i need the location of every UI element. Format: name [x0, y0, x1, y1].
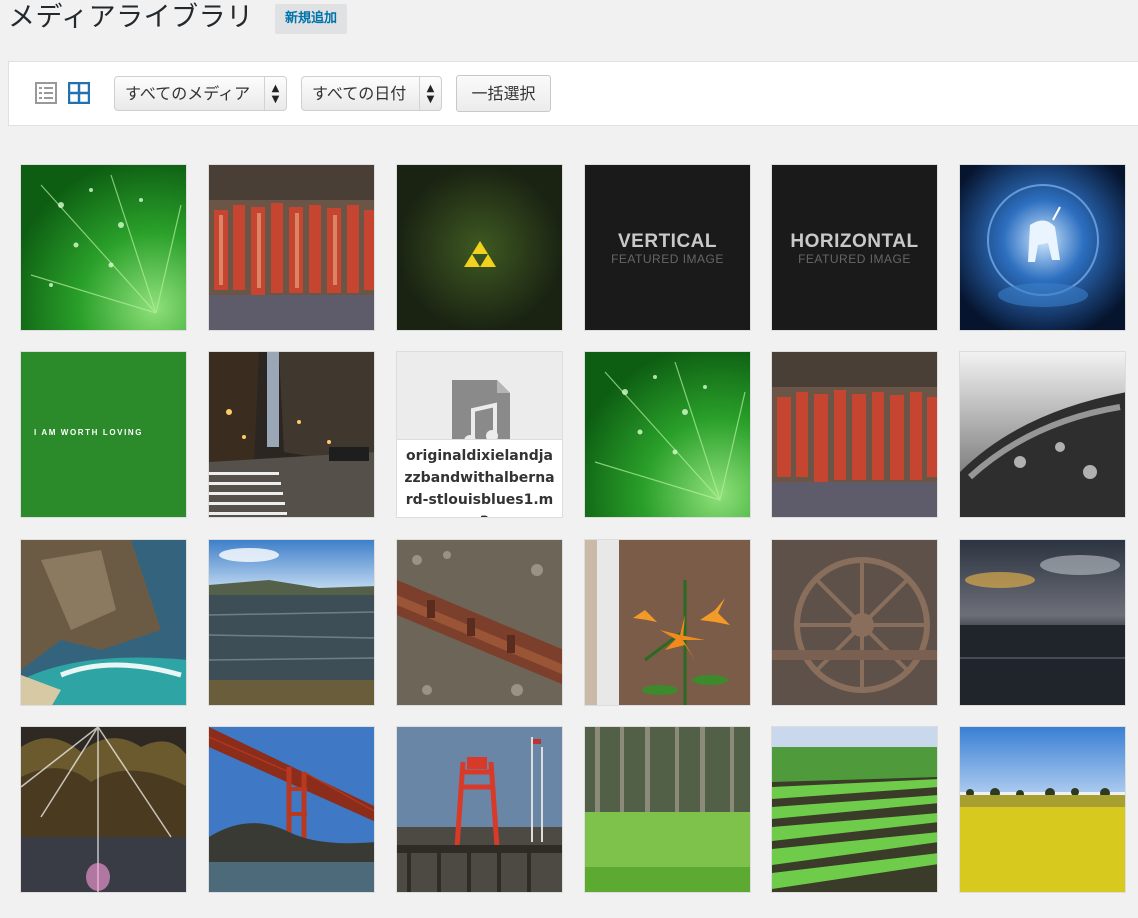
media-item[interactable]: I AM WORTH LOVING: [20, 351, 187, 518]
media-item[interactable]: [771, 726, 938, 893]
audio-filename: originaldixielandjazzbandwithalbernard-s…: [397, 439, 562, 517]
media-item[interactable]: [396, 539, 563, 706]
featured-image-title: VERTICAL: [618, 231, 717, 252]
date-select[interactable]: すべての日付 ▲ ▼: [301, 76, 442, 111]
media-item[interactable]: [208, 726, 375, 893]
media-item[interactable]: [584, 351, 751, 518]
media-item[interactable]: [771, 539, 938, 706]
date-value: すべての日付: [312, 84, 407, 103]
list-view-icon[interactable]: [35, 82, 57, 104]
media-toolbar: すべてのメディア ▲ ▼ すべての日付 ▲ ▼ 一括選択: [8, 61, 1138, 126]
media-item[interactable]: VERTICAL FEATURED IMAGE: [584, 164, 751, 331]
media-item[interactable]: [959, 726, 1126, 893]
media-item[interactable]: [771, 351, 938, 518]
media-item[interactable]: [20, 539, 187, 706]
media-item[interactable]: [959, 164, 1126, 331]
media-item[interactable]: [584, 539, 751, 706]
grid-view-icon[interactable]: [67, 81, 91, 105]
media-item[interactable]: [396, 164, 563, 331]
media-item[interactable]: originaldixielandjazzbandwithalbernard-s…: [396, 351, 563, 518]
media-item[interactable]: [208, 164, 375, 331]
select-arrows-icon: ▲ ▼: [264, 77, 286, 110]
bulk-select-button[interactable]: 一括選択: [456, 75, 551, 112]
media-type-select[interactable]: すべてのメディア ▲ ▼: [114, 76, 287, 111]
select-arrows-icon: ▲ ▼: [419, 77, 441, 110]
media-item[interactable]: [20, 726, 187, 893]
media-item[interactable]: [959, 351, 1126, 518]
image-caption-text: I AM WORTH LOVING: [34, 428, 144, 437]
featured-image-title: HORIZONTAL: [790, 231, 919, 252]
media-item[interactable]: [959, 539, 1126, 706]
page-title: メディアライブラリ: [8, 2, 254, 33]
media-item[interactable]: [20, 164, 187, 331]
media-type-value: すべてのメディア: [125, 84, 251, 103]
add-new-button[interactable]: 新規追加: [275, 4, 348, 34]
media-item[interactable]: HORIZONTAL FEATURED IMAGE: [771, 164, 938, 331]
featured-image-subtitle: FEATURED IMAGE: [798, 252, 911, 266]
media-item[interactable]: [584, 726, 751, 893]
media-item[interactable]: [208, 539, 375, 706]
featured-image-subtitle: FEATURED IMAGE: [611, 252, 724, 266]
media-item[interactable]: [396, 726, 563, 893]
media-item[interactable]: [208, 351, 375, 518]
